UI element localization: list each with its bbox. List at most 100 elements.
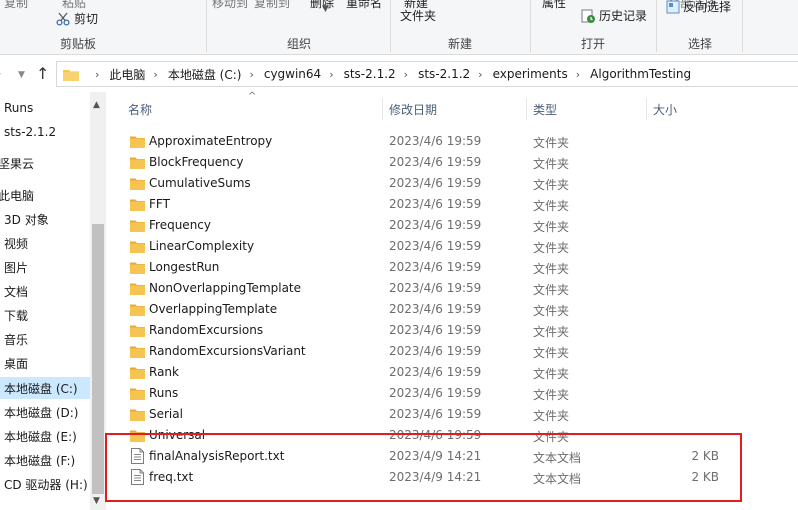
sidebar-scrollbar[interactable]: ▲ ▼ (90, 92, 106, 510)
breadcrumb-separator[interactable]: › (404, 68, 408, 81)
breadcrumb-separator[interactable]: › (478, 68, 482, 81)
folder-row[interactable]: LongestRun 2023/4/6 19:59 文件夹 (128, 257, 748, 278)
sidebar-item[interactable]: 下载 (0, 304, 90, 326)
scrollbar-thumb[interactable] (92, 224, 104, 494)
breadcrumb-item[interactable]: AlgorithmTesting (590, 67, 691, 81)
column-header-name[interactable]: 名称 (128, 101, 152, 118)
breadcrumb-separator[interactable]: › (153, 68, 157, 81)
cut-button[interactable]: 剪切 (56, 10, 98, 27)
file-modified-date: 2023/4/6 19:59 (389, 428, 482, 442)
scroll-up-icon[interactable]: ▲ (93, 100, 100, 110)
sidebar-item-label: 本地磁盘 (E:) (4, 429, 77, 444)
file-type: 文本文档 (533, 472, 582, 486)
file-type: 文件夹 (533, 388, 570, 402)
folder-row[interactable]: Universal 2023/4/6 19:59 文件夹 (128, 425, 748, 446)
column-divider[interactable] (526, 98, 527, 120)
folder-row[interactable]: FFT 2023/4/6 19:59 文件夹 (128, 194, 748, 215)
file-row[interactable]: finalAnalysisReport.txt 2023/4/9 14:21 文本文… (128, 446, 748, 467)
column-header-date[interactable]: 修改日期 (389, 101, 437, 118)
breadcrumb-item[interactable]: sts-2.1.2 (418, 67, 470, 81)
file-type: 文件夹 (533, 136, 570, 150)
folder-row[interactable]: Rank 2023/4/6 19:59 文件夹 (128, 362, 748, 383)
invert-selection-button[interactable]: 反向选择 (666, 0, 731, 15)
sidebar-item[interactable]: 音乐 (0, 328, 90, 350)
sidebar-item[interactable]: 此电脑 (0, 184, 90, 206)
file-row[interactable]: freq.txt 2023/4/9 14:21 文本文档 2 KB (128, 467, 748, 488)
breadcrumb-separator[interactable]: › (329, 68, 333, 81)
file-modified-date: 2023/4/6 19:59 (389, 365, 482, 379)
sidebar-item[interactable]: sts-2.1.2 (0, 121, 90, 143)
file-name: Serial (149, 407, 183, 421)
breadcrumb-separator[interactable]: › (249, 68, 253, 81)
file-name: Runs (149, 386, 179, 400)
sort-ascending-icon: ^ (248, 91, 257, 102)
sidebar-item[interactable]: 视频 (0, 232, 90, 254)
folder-row[interactable]: LinearComplexity 2023/4/6 19:59 文件夹 (128, 236, 748, 257)
folder-row[interactable]: RandomExcursions 2023/4/6 19:59 文件夹 (128, 320, 748, 341)
breadcrumb-item[interactable]: sts-2.1.2 (344, 67, 396, 81)
file-name: RandomExcursions (149, 323, 264, 337)
sidebar-item[interactable]: 坚果云 (0, 152, 90, 174)
sidebar-item[interactable]: Runs (0, 97, 90, 119)
file-type: 文件夹 (533, 304, 570, 318)
move-to-button[interactable]: 移动到 (212, 0, 248, 11)
sidebar-item[interactable]: 图片 (0, 256, 90, 278)
organize-group-label: 组织 (287, 37, 312, 51)
sidebar-item-label: sts-2.1.2 (4, 125, 57, 139)
copy-button[interactable]: 复制 (4, 0, 28, 11)
sidebar-item-label: 本地磁盘 (D:) (4, 405, 79, 420)
scroll-down-icon[interactable]: ▼ (93, 496, 100, 506)
breadcrumb-item[interactable]: 此电脑 (109, 66, 145, 83)
new-folder-button[interactable]: 文件夹 (400, 7, 436, 24)
address-bar[interactable]: › 此电脑 › 本地磁盘 (C:) › cygwin64 › sts-2.1.2 › sts-2… (56, 61, 798, 87)
sidebar-item-label: 音乐 (4, 332, 29, 347)
file-name: RandomExcursionsVariant (149, 344, 306, 358)
history-button[interactable]: 历史记录 (580, 7, 647, 24)
file-name: freq.txt (149, 470, 194, 484)
folder-icon (130, 367, 145, 379)
folder-row[interactable]: OverlappingTemplate 2023/4/6 19:59 文件夹 (128, 299, 748, 320)
folder-row[interactable]: BlockFrequency 2023/4/6 19:59 文件夹 (128, 152, 748, 173)
sidebar-item[interactable]: 本地磁盘 (D:) (0, 401, 90, 423)
file-modified-date: 2023/4/6 19:59 (389, 218, 482, 232)
sidebar-item[interactable]: 3D 对象 (0, 208, 90, 230)
folder-icon (130, 283, 145, 295)
folder-row[interactable]: Serial 2023/4/6 19:59 文件夹 (128, 404, 748, 425)
sidebar-item[interactable]: CD 驱动器 (H:) (0, 473, 90, 495)
file-modified-date: 2023/4/9 14:21 (389, 470, 482, 484)
breadcrumb-item[interactable]: experiments (493, 67, 568, 81)
column-header-type[interactable]: 类型 (533, 101, 557, 118)
column-divider[interactable] (646, 98, 647, 120)
ribbon-divider (742, 0, 743, 52)
forward-icon[interactable]: › (0, 66, 2, 82)
breadcrumb-item[interactable]: cygwin64 (264, 67, 321, 81)
column-divider[interactable] (382, 98, 383, 120)
file-name: CumulativeSums (149, 176, 251, 190)
chevron-down-icon[interactable]: ▼ (322, 4, 329, 14)
folder-row[interactable]: RandomExcursionsVariant 2023/4/6 19:59 文件夹 (128, 341, 748, 362)
folder-row[interactable]: Frequency 2023/4/6 19:59 文件夹 (128, 215, 748, 236)
up-arrow-icon[interactable]: ↑ (36, 64, 49, 83)
copy-to-button[interactable]: 复制到 (254, 0, 290, 11)
folder-icon (130, 199, 145, 211)
sidebar-item[interactable]: 本地磁盘 (C:) (0, 377, 90, 399)
rename-button[interactable]: 重命名 (346, 0, 382, 11)
folder-icon (130, 346, 145, 358)
sidebar-item[interactable]: 本地磁盘 (E:) (0, 425, 90, 447)
file-modified-date: 2023/4/6 19:59 (389, 323, 482, 337)
properties-button[interactable]: 属性 (542, 0, 566, 11)
sidebar-item[interactable]: 桌面 (0, 352, 90, 374)
select-group-label: 选择 (688, 37, 713, 51)
sidebar-item[interactable]: 文档 (0, 280, 90, 302)
column-header-size[interactable]: 大小 (653, 101, 677, 118)
sidebar-item-label: 此电脑 (0, 188, 35, 203)
sidebar-item[interactable]: 本地磁盘 (F:) (0, 449, 90, 471)
folder-row[interactable]: NonOverlappingTemplate 2023/4/6 19:59 文件夹 (128, 278, 748, 299)
recent-locations-icon[interactable]: ▼ (18, 70, 25, 80)
folder-row[interactable]: ApproximateEntropy 2023/4/6 19:59 文件夹 (128, 131, 748, 152)
file-name: BlockFrequency (149, 155, 244, 169)
folder-row[interactable]: CumulativeSums 2023/4/6 19:59 文件夹 (128, 173, 748, 194)
breadcrumb-separator[interactable]: › (576, 68, 580, 81)
folder-row[interactable]: Runs 2023/4/6 19:59 文件夹 (128, 383, 748, 404)
breadcrumb-item[interactable]: 本地磁盘 (C:) (168, 66, 242, 83)
